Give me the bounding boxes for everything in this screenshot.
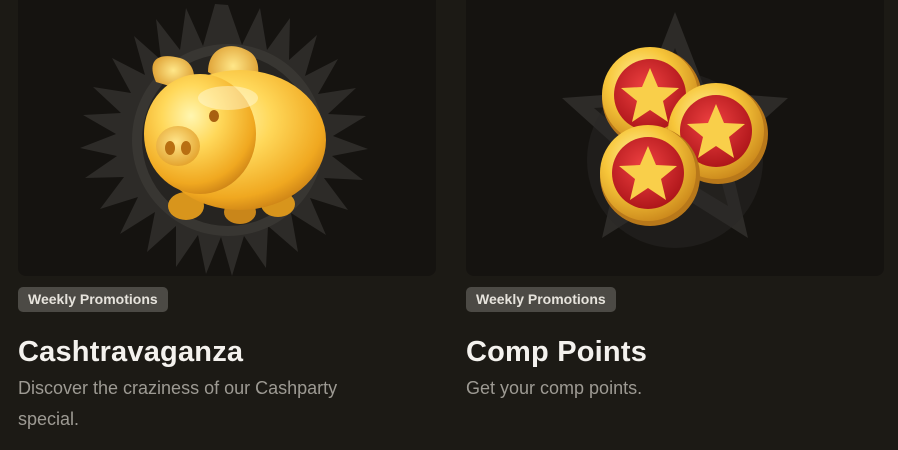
- promotion-card-comp-points[interactable]: Weekly Promotions Comp Points Get your c…: [466, 0, 886, 450]
- piggy-bank-icon: [80, 4, 368, 276]
- promotion-image[interactable]: [18, 0, 436, 276]
- promotion-title[interactable]: Comp Points: [466, 334, 647, 370]
- promotion-description: Get your comp points.: [466, 378, 643, 398]
- promotion-image[interactable]: [466, 0, 884, 276]
- category-badge[interactable]: Weekly Promotions: [18, 287, 168, 312]
- promotion-card-cashtravaganza[interactable]: Weekly Promotions Cashtravaganza Discove…: [18, 0, 438, 450]
- star-coins-icon: [562, 12, 788, 248]
- category-badge[interactable]: Weekly Promotions: [466, 287, 616, 312]
- promotion-title[interactable]: Cashtravaganza: [18, 334, 243, 370]
- promotion-description: Discover the craziness of our Cashparty …: [18, 378, 338, 429]
- promotions-grid: Weekly Promotions Cashtravaganza Discove…: [0, 0, 898, 450]
